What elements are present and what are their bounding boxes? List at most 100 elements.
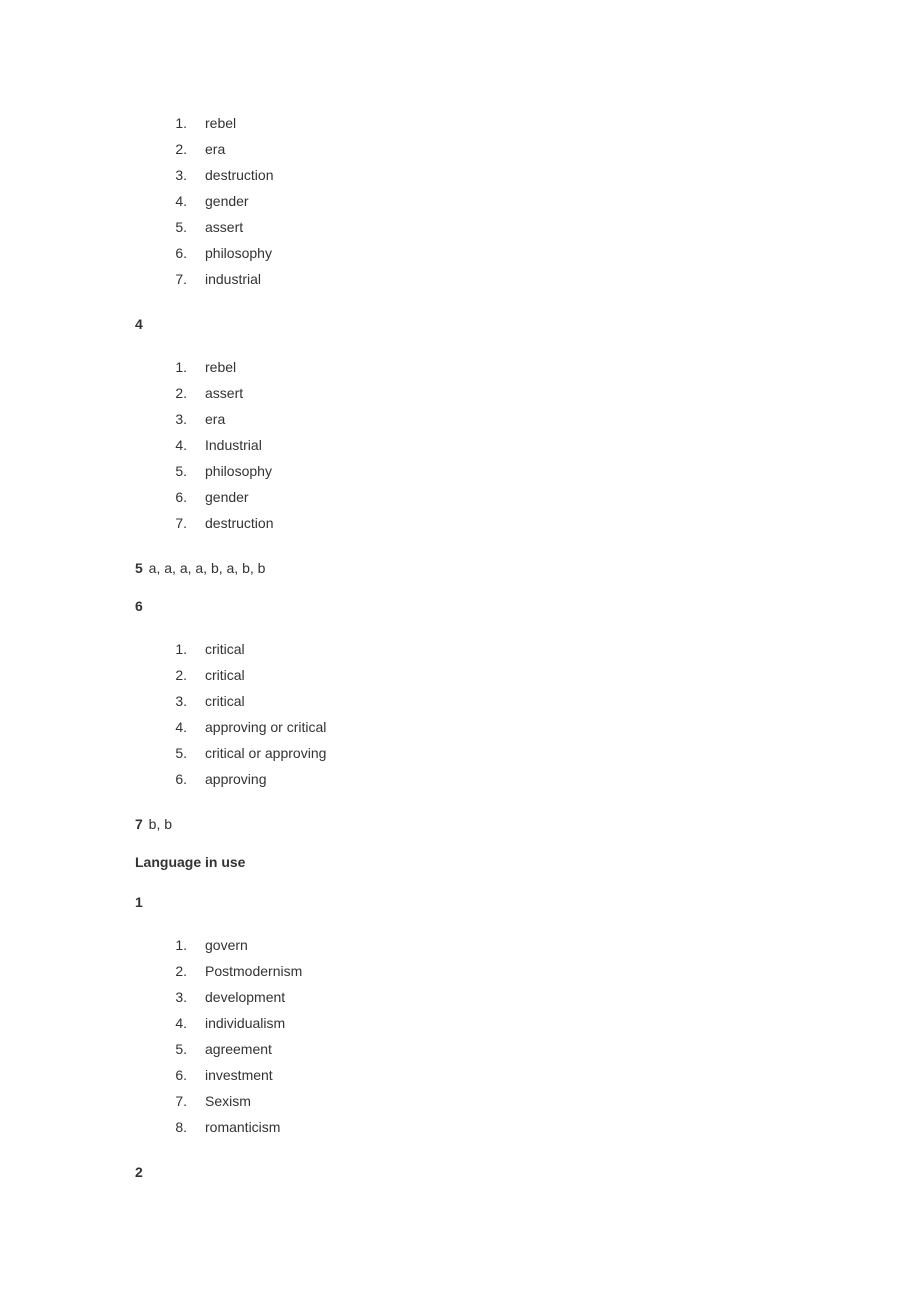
item-text: gender <box>205 489 785 505</box>
item-text: critical <box>205 641 785 657</box>
item-number: 5. <box>135 219 205 235</box>
list-item: 7.industrial <box>135 266 785 292</box>
section-title: Language in use <box>135 854 785 870</box>
answer-list-6: 1.critical 2.critical 3.critical 4.appro… <box>135 636 785 792</box>
item-text: philosophy <box>205 245 785 261</box>
item-number: 6. <box>135 1067 205 1083</box>
item-text: rebel <box>205 115 785 131</box>
item-number: 5. <box>135 745 205 761</box>
question-5: 5 a, a, a, a, b, a, b, b <box>135 560 785 576</box>
item-number: 4. <box>135 1015 205 1031</box>
item-number: 1. <box>135 641 205 657</box>
list-item: 6.gender <box>135 484 785 510</box>
question-heading-6: 6 <box>135 598 785 614</box>
item-text: Sexism <box>205 1093 785 1109</box>
item-number: 3. <box>135 167 205 183</box>
answer-list-4: 1.rebel 2.assert 3.era 4.Industrial 5.ph… <box>135 354 785 536</box>
item-number: 3. <box>135 411 205 427</box>
list-item: 4.Industrial <box>135 432 785 458</box>
list-item: 5.critical or approving <box>135 740 785 766</box>
item-text: approving <box>205 771 785 787</box>
item-number: 7. <box>135 271 205 287</box>
question-heading-2: 2 <box>135 1164 785 1180</box>
list-item: 5.philosophy <box>135 458 785 484</box>
item-number: 6. <box>135 771 205 787</box>
answer-text: a, a, a, a, b, a, b, b <box>145 560 266 576</box>
list-item: 4.gender <box>135 188 785 214</box>
item-text: critical or approving <box>205 745 785 761</box>
list-item: 3.development <box>135 984 785 1010</box>
item-text: industrial <box>205 271 785 287</box>
answer-list-1b: 1.govern 2.Postmodernism 3.development 4… <box>135 932 785 1140</box>
item-text: assert <box>205 219 785 235</box>
item-number: 2. <box>135 963 205 979</box>
item-text: destruction <box>205 167 785 183</box>
list-item: 6.investment <box>135 1062 785 1088</box>
item-text: era <box>205 411 785 427</box>
item-number: 4. <box>135 437 205 453</box>
list-item: 6.approving <box>135 766 785 792</box>
document-page: 1.rebel 2.era 3.destruction 4.gender 5.a… <box>0 0 920 1262</box>
list-item: 4.approving or critical <box>135 714 785 740</box>
item-text: critical <box>205 667 785 683</box>
list-item: 5.assert <box>135 214 785 240</box>
item-number: 5. <box>135 463 205 479</box>
list-item: 1.rebel <box>135 354 785 380</box>
question-7: 7 b, b <box>135 816 785 832</box>
item-text: rebel <box>205 359 785 375</box>
question-heading-1: 1 <box>135 894 785 910</box>
question-number: 5 <box>135 560 143 576</box>
item-number: 2. <box>135 385 205 401</box>
list-item: 6.philosophy <box>135 240 785 266</box>
list-item: 1.rebel <box>135 110 785 136</box>
list-item: 7.Sexism <box>135 1088 785 1114</box>
list-item: 8.romanticism <box>135 1114 785 1140</box>
item-text: gender <box>205 193 785 209</box>
item-number: 3. <box>135 693 205 709</box>
item-text: critical <box>205 693 785 709</box>
item-text: destruction <box>205 515 785 531</box>
item-number: 1. <box>135 937 205 953</box>
list-item: 2.era <box>135 136 785 162</box>
item-number: 6. <box>135 245 205 261</box>
list-item: 3.destruction <box>135 162 785 188</box>
list-item: 7.destruction <box>135 510 785 536</box>
item-number: 7. <box>135 1093 205 1109</box>
item-text: agreement <box>205 1041 785 1057</box>
item-text: individualism <box>205 1015 785 1031</box>
list-item: 1.critical <box>135 636 785 662</box>
list-item: 2.assert <box>135 380 785 406</box>
item-number: 8. <box>135 1119 205 1135</box>
item-number: 5. <box>135 1041 205 1057</box>
item-number: 3. <box>135 989 205 1005</box>
answer-text: b, b <box>145 816 172 832</box>
item-number: 4. <box>135 719 205 735</box>
item-text: Postmodernism <box>205 963 785 979</box>
item-text: romanticism <box>205 1119 785 1135</box>
item-text: approving or critical <box>205 719 785 735</box>
item-text: Industrial <box>205 437 785 453</box>
item-text: assert <box>205 385 785 401</box>
item-text: philosophy <box>205 463 785 479</box>
list-item: 3.critical <box>135 688 785 714</box>
item-number: 1. <box>135 115 205 131</box>
list-item: 1.govern <box>135 932 785 958</box>
item-text: govern <box>205 937 785 953</box>
list-item: 2.critical <box>135 662 785 688</box>
list-item: 5.agreement <box>135 1036 785 1062</box>
list-item: 4.individualism <box>135 1010 785 1036</box>
question-heading-4: 4 <box>135 316 785 332</box>
item-number: 2. <box>135 141 205 157</box>
item-number: 4. <box>135 193 205 209</box>
answer-list-3: 1.rebel 2.era 3.destruction 4.gender 5.a… <box>135 110 785 292</box>
item-number: 7. <box>135 515 205 531</box>
list-item: 3.era <box>135 406 785 432</box>
question-number: 7 <box>135 816 143 832</box>
item-number: 2. <box>135 667 205 683</box>
list-item: 2.Postmodernism <box>135 958 785 984</box>
item-number: 6. <box>135 489 205 505</box>
item-text: investment <box>205 1067 785 1083</box>
item-number: 1. <box>135 359 205 375</box>
item-text: era <box>205 141 785 157</box>
item-text: development <box>205 989 785 1005</box>
